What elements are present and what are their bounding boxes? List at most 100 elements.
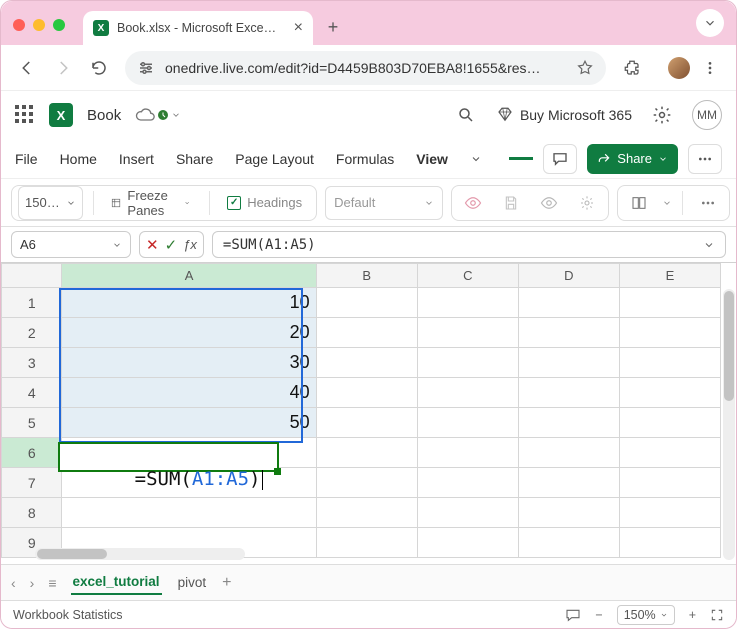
cell[interactable] xyxy=(316,348,417,378)
row-header[interactable]: 4 xyxy=(2,378,62,408)
site-settings-icon[interactable] xyxy=(137,59,155,77)
cell[interactable] xyxy=(619,318,720,348)
row-header[interactable]: 8 xyxy=(2,498,62,528)
more-commands-button[interactable] xyxy=(693,188,723,218)
tab-formulas[interactable]: Formulas xyxy=(336,147,394,171)
headings-toggle[interactable]: ✓ Headings xyxy=(219,186,310,220)
cell[interactable] xyxy=(417,318,518,348)
formula-bar[interactable]: =SUM(A1:A5) xyxy=(212,231,726,258)
all-sheets-button[interactable]: ≡ xyxy=(48,575,56,591)
column-header[interactable]: A xyxy=(62,264,316,288)
cell[interactable] xyxy=(417,408,518,438)
cell[interactable] xyxy=(619,408,720,438)
sheet-tab[interactable]: pivot xyxy=(176,571,209,594)
cell[interactable] xyxy=(417,288,518,318)
freeze-panes-button[interactable]: Freeze Panes xyxy=(103,186,198,220)
cell[interactable] xyxy=(518,528,619,558)
back-button[interactable] xyxy=(11,52,43,84)
chrome-profile-avatar[interactable] xyxy=(668,57,690,79)
give-feedback-button[interactable] xyxy=(565,608,581,622)
chrome-menu-button[interactable] xyxy=(694,52,726,84)
cell[interactable] xyxy=(518,318,619,348)
sheet-next-button[interactable]: › xyxy=(30,575,35,591)
close-tab-icon[interactable]: × xyxy=(294,19,303,37)
cell[interactable] xyxy=(518,378,619,408)
enter-formula-button[interactable]: ✓ xyxy=(165,236,178,254)
cancel-formula-button[interactable]: ✕ xyxy=(146,236,159,254)
cell[interactable] xyxy=(619,468,720,498)
row-header[interactable]: 5 xyxy=(2,408,62,438)
search-button[interactable] xyxy=(450,99,482,131)
cell[interactable] xyxy=(316,378,417,408)
cell[interactable] xyxy=(417,498,518,528)
zoom-out-button[interactable]: − xyxy=(595,608,602,622)
editing-mode-indicator[interactable] xyxy=(509,157,533,160)
comments-button[interactable] xyxy=(543,144,577,174)
sheet-tab-active[interactable]: excel_tutorial xyxy=(71,570,162,595)
buy-microsoft-365-button[interactable]: Buy Microsoft 365 xyxy=(496,106,632,124)
column-header[interactable]: C xyxy=(417,264,518,288)
zoom-level[interactable]: 150% xyxy=(617,605,675,625)
cell[interactable] xyxy=(518,408,619,438)
tab-share[interactable]: Share xyxy=(176,147,213,171)
cell[interactable] xyxy=(518,468,619,498)
settings-button[interactable] xyxy=(646,99,678,131)
share-button[interactable]: Share xyxy=(587,144,678,174)
cell[interactable] xyxy=(518,438,619,468)
cell[interactable]: 30 xyxy=(62,348,316,378)
cell[interactable] xyxy=(619,438,720,468)
cell[interactable] xyxy=(619,288,720,318)
address-bar[interactable]: onedrive.live.com/edit?id=D4459B803D70EB… xyxy=(125,51,606,85)
cell[interactable] xyxy=(316,318,417,348)
bookmark-star-icon[interactable] xyxy=(576,59,594,77)
document-name[interactable]: Book xyxy=(87,107,121,124)
row-header[interactable]: 7 xyxy=(2,468,62,498)
cell[interactable] xyxy=(417,348,518,378)
zoom-dropdown[interactable]: 150… xyxy=(18,186,83,220)
cell-grid[interactable]: A B C D E 110 220 330 440 550 6 7 8 9 xyxy=(1,263,722,564)
expand-formula-bar-icon[interactable] xyxy=(703,239,715,251)
extensions-button[interactable] xyxy=(616,52,648,84)
navigation-button[interactable] xyxy=(624,188,654,218)
cell[interactable]: 20 xyxy=(62,318,316,348)
insert-function-button[interactable]: ƒx xyxy=(183,237,197,252)
forward-button[interactable] xyxy=(47,52,79,84)
tab-insert[interactable]: Insert xyxy=(119,147,154,171)
cell[interactable] xyxy=(518,498,619,528)
name-box[interactable]: A6 xyxy=(11,231,131,258)
cell[interactable]: 10 xyxy=(62,288,316,318)
browser-tab[interactable]: X Book.xlsx - Microsoft Excel O × xyxy=(83,11,313,45)
scrollbar-thumb[interactable] xyxy=(37,549,107,559)
cell[interactable] xyxy=(619,348,720,378)
row-header[interactable]: 3 xyxy=(2,348,62,378)
save-view-button[interactable] xyxy=(496,188,526,218)
cell[interactable] xyxy=(316,408,417,438)
cell[interactable] xyxy=(316,438,417,468)
status-left-text[interactable]: Workbook Statistics xyxy=(13,608,123,622)
cell[interactable] xyxy=(417,468,518,498)
cell[interactable] xyxy=(619,528,720,558)
user-avatar[interactable]: MM xyxy=(692,100,722,130)
cell[interactable] xyxy=(619,498,720,528)
minimize-chrome-button[interactable] xyxy=(696,9,724,37)
vertical-scrollbar[interactable] xyxy=(722,263,736,564)
cell[interactable] xyxy=(518,348,619,378)
more-tabs-chevron-icon[interactable] xyxy=(470,153,482,165)
cell[interactable] xyxy=(619,378,720,408)
ribbon-overflow-button[interactable] xyxy=(688,144,722,174)
minimize-window-icon[interactable] xyxy=(33,19,45,31)
cell[interactable] xyxy=(518,288,619,318)
app-launcher-icon[interactable] xyxy=(15,105,35,125)
tab-home[interactable]: Home xyxy=(60,147,97,171)
fullscreen-button[interactable] xyxy=(710,608,724,622)
new-view-button[interactable] xyxy=(534,188,564,218)
tab-view[interactable]: View xyxy=(416,147,448,171)
tab-file[interactable]: File xyxy=(15,147,38,171)
view-options-button[interactable] xyxy=(572,188,602,218)
tab-page-layout[interactable]: Page Layout xyxy=(235,147,314,171)
chevron-down-icon[interactable] xyxy=(662,198,672,208)
column-header[interactable]: E xyxy=(619,264,720,288)
sheet-prev-button[interactable]: ‹ xyxy=(11,575,16,591)
cell[interactable]: 40 xyxy=(62,378,316,408)
maximize-window-icon[interactable] xyxy=(53,19,65,31)
